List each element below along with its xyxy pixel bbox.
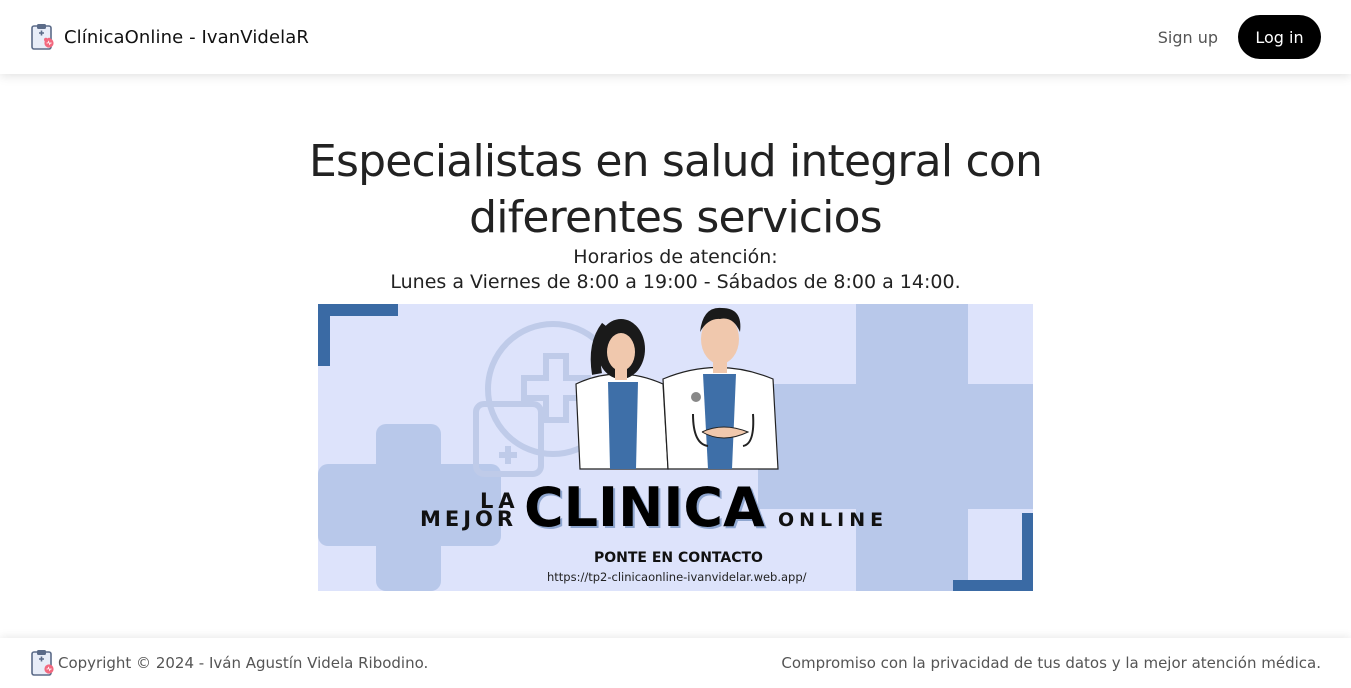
clipboard-heart-icon [31, 650, 54, 676]
banner-url: https://tp2-clinicaonline-ivanvidelar.we… [547, 570, 807, 584]
doctor-woman-figure [575, 319, 669, 470]
hours-text: Lunes a Viernes de 8:00 a 19:00 - Sábado… [390, 271, 961, 293]
banner-word-online: ONLINE [778, 509, 888, 531]
main-content: Especialistas en salud integral con dife… [0, 74, 1351, 638]
banner-word-clinica: CLINICA [524, 476, 765, 539]
banner-contact: PONTE EN CONTACTO [594, 550, 763, 566]
hours-label: Horarios de atención: [573, 246, 778, 268]
signup-link[interactable]: Sign up [1158, 28, 1218, 47]
auth-nav: Sign up Log in [1158, 15, 1321, 59]
banner-word-mejor: MEJOR [420, 507, 517, 531]
brand-link[interactable]: ClínicaOnline - IvanVidelaR [30, 22, 309, 52]
footer-tagline: Compromiso con la privacidad de tus dato… [781, 654, 1321, 672]
banner-illustration: LA MEJOR CLINICA CLINICA ONLINE PONTE EN… [318, 304, 1033, 591]
cross-right-decoration [758, 304, 1033, 591]
clinic-banner-image: LA MEJOR CLINICA CLINICA ONLINE PONTE EN… [318, 304, 1033, 591]
clipboard-heart-icon [31, 24, 54, 50]
brand-name: ClínicaOnline - IvanVidelaR [64, 26, 309, 48]
footer-left: Copyright © 2024 - Iván Agustín Videla R… [30, 648, 428, 678]
frame-corner-top-left [318, 304, 398, 366]
footer-copyright: Copyright © 2024 - Iván Agustín Videla R… [58, 654, 429, 672]
login-button[interactable]: Log in [1238, 15, 1321, 59]
doctor-man-figure [662, 307, 779, 470]
top-navbar: ClínicaOnline - IvanVidelaR Sign up Log … [0, 0, 1351, 74]
page-footer: Copyright © 2024 - Iván Agustín Videla R… [0, 638, 1351, 688]
page-title: Especialistas en salud integral con dife… [308, 136, 1043, 243]
